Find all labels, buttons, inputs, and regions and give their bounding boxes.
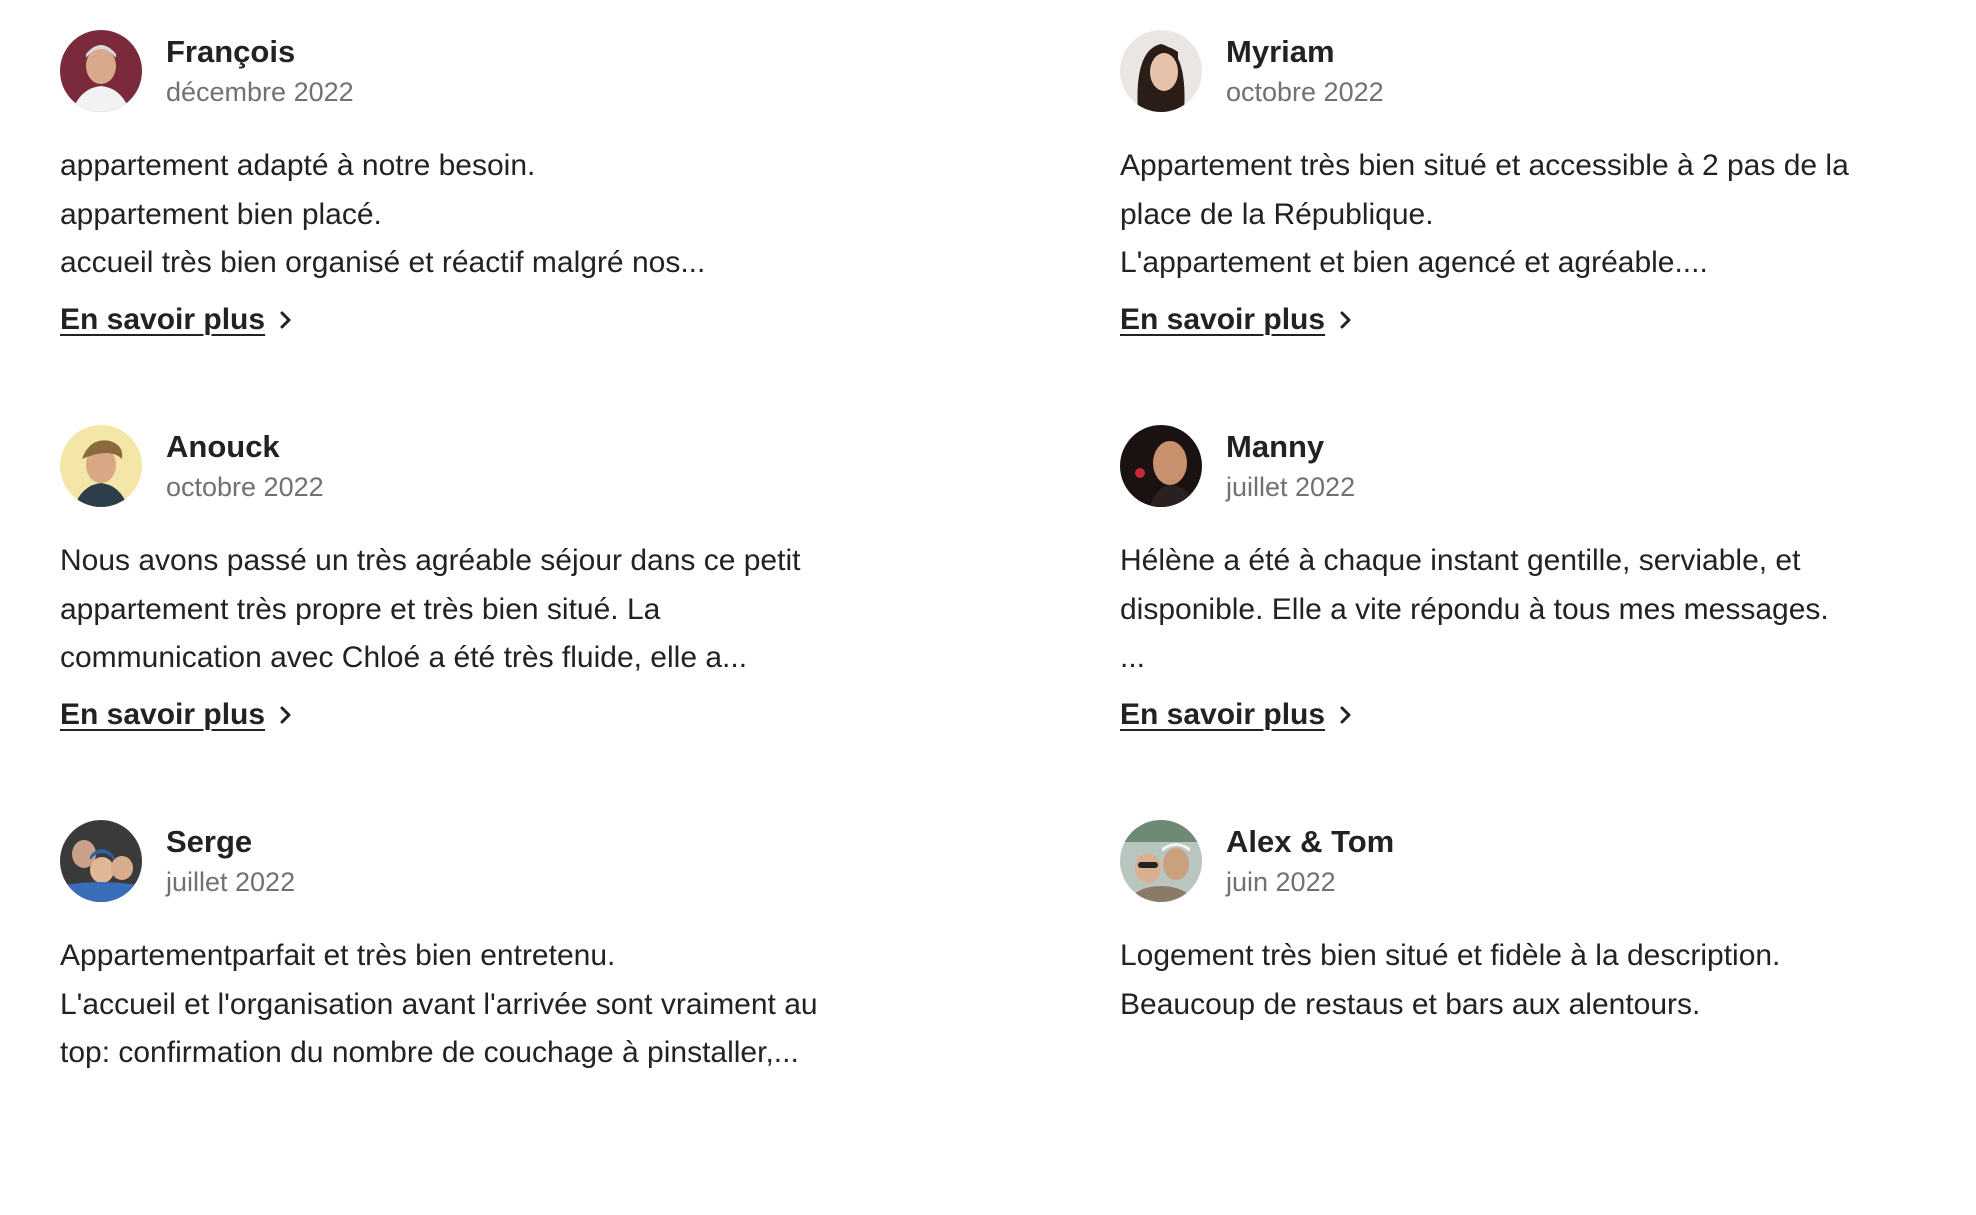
review-line: Hélène a été à chaque instant gentille, … (1120, 544, 1801, 577)
review-header: Anouck octobre 2022 (60, 425, 1120, 507)
review-line: appartement adapté à notre besoin. (60, 149, 536, 182)
chevron-right-icon (279, 705, 293, 725)
read-more-label: En savoir plus (60, 697, 266, 731)
review-card: Manny juillet 2022 Hélène a été à chaque… (1120, 425, 1940, 820)
review-date: octobre 2022 (1226, 77, 1384, 107)
review-line: place de la République. (1120, 197, 1434, 231)
avatar[interactable] (1120, 30, 1202, 112)
chevron-right-icon (279, 310, 293, 330)
review-date: juillet 2022 (1226, 472, 1356, 502)
chevron-right-icon (1339, 705, 1353, 725)
review-text: Nous avons passé un très agréable séjour… (60, 537, 1120, 683)
review-line: disponible. Elle a vite répondu à tous m… (1120, 592, 1829, 626)
review-line: Logement très bien situé et fidèle à la … (1120, 939, 1781, 972)
review-card: Anouck octobre 2022 Nous avons passé un … (60, 425, 1120, 820)
read-more-link[interactable]: En savoir plus (60, 695, 293, 735)
review-card: Alex & Tom juin 2022 Logement très bien … (1120, 820, 1940, 1215)
person-photo-icon (1120, 30, 1202, 112)
reviewer-meta: Alex & Tom juin 2022 (1226, 820, 1394, 902)
reviewer-meta: François décembre 2022 (166, 30, 354, 112)
review-text: Hélène a été à chaque instant gentille, … (1120, 537, 1940, 683)
avatar[interactable] (60, 425, 142, 507)
avatar[interactable] (60, 820, 142, 902)
group-photo-icon (60, 820, 142, 902)
read-more-label: En savoir plus (60, 302, 266, 336)
review-card: Myriam octobre 2022 Appartement très bie… (1120, 30, 1940, 425)
reviewer-meta: Manny juillet 2022 (1226, 425, 1355, 507)
review-line: L'accueil et l'organisation avant l'arri… (60, 987, 818, 1021)
review-text: Appartementparfait et très bien entreten… (60, 932, 1120, 1078)
reviewer-meta: Serge juillet 2022 (166, 820, 295, 902)
avatar[interactable] (1120, 820, 1202, 902)
review-date: juin 2022 (1226, 867, 1336, 897)
reviewer-name: François (166, 34, 296, 69)
review-text: appartement adapté à notre besoin. appar… (60, 142, 1120, 288)
review-date: décembre 2022 (166, 77, 354, 107)
review-line: Appartementparfait et très bien entreten… (60, 939, 616, 972)
read-more-link[interactable]: En savoir plus (60, 300, 293, 340)
review-line: Beaucoup de restaus et bars aux alentour… (1120, 987, 1701, 1021)
review-line: ... (1120, 641, 1146, 674)
reviewer-name: Alex & Tom (1226, 824, 1395, 859)
review-card: Serge juillet 2022 Appartementparfait et… (60, 820, 1120, 1215)
chevron-right-icon (1339, 310, 1353, 330)
avatar[interactable] (60, 30, 142, 112)
review-header: François décembre 2022 (60, 30, 1120, 112)
avatar[interactable] (1120, 425, 1202, 507)
reviewer-meta: Myriam octobre 2022 (1226, 30, 1384, 112)
review-header: Alex & Tom juin 2022 (1120, 820, 1940, 902)
review-line: appartement bien placé. (60, 197, 382, 231)
read-more-link[interactable]: En savoir plus (1120, 300, 1353, 340)
couple-photo-icon (1120, 820, 1202, 902)
review-header: Myriam octobre 2022 (1120, 30, 1940, 112)
read-more-label: En savoir plus (1120, 302, 1326, 336)
review-line: appartement très propre et très bien sit… (60, 592, 661, 626)
review-line: top: confirmation du nombre de couchage … (60, 1036, 799, 1069)
person-photo-icon (1120, 425, 1202, 507)
review-card: François décembre 2022 appartement adapt… (60, 30, 1120, 425)
review-text: Logement très bien situé et fidèle à la … (1120, 932, 1940, 1029)
review-line: Appartement très bien situé et accessibl… (1120, 149, 1849, 182)
review-date: octobre 2022 (166, 472, 324, 502)
person-photo-icon (60, 30, 142, 112)
reviewer-meta: Anouck octobre 2022 (166, 425, 324, 507)
review-text: Appartement très bien situé et accessibl… (1120, 142, 1940, 288)
reviewer-name: Serge (166, 824, 253, 859)
reviewer-name: Manny (1226, 429, 1325, 464)
review-line: Nous avons passé un très agréable séjour… (60, 544, 801, 577)
review-line: communication avec Chloé a été très flui… (60, 641, 748, 674)
read-more-link[interactable]: En savoir plus (1120, 695, 1353, 735)
review-header: Manny juillet 2022 (1120, 425, 1940, 507)
review-line: L'appartement et bien agencé et agréable… (1120, 246, 1708, 279)
review-line: accueil très bien organisé et réactif ma… (60, 246, 706, 279)
read-more-label: En savoir plus (1120, 697, 1326, 731)
reviewer-name: Anouck (166, 429, 280, 464)
review-header: Serge juillet 2022 (60, 820, 1120, 902)
review-date: juillet 2022 (166, 867, 296, 897)
reviewer-name: Myriam (1226, 34, 1335, 69)
reviews-grid: François décembre 2022 appartement adapt… (60, 30, 1940, 1215)
person-photo-icon (60, 425, 142, 507)
